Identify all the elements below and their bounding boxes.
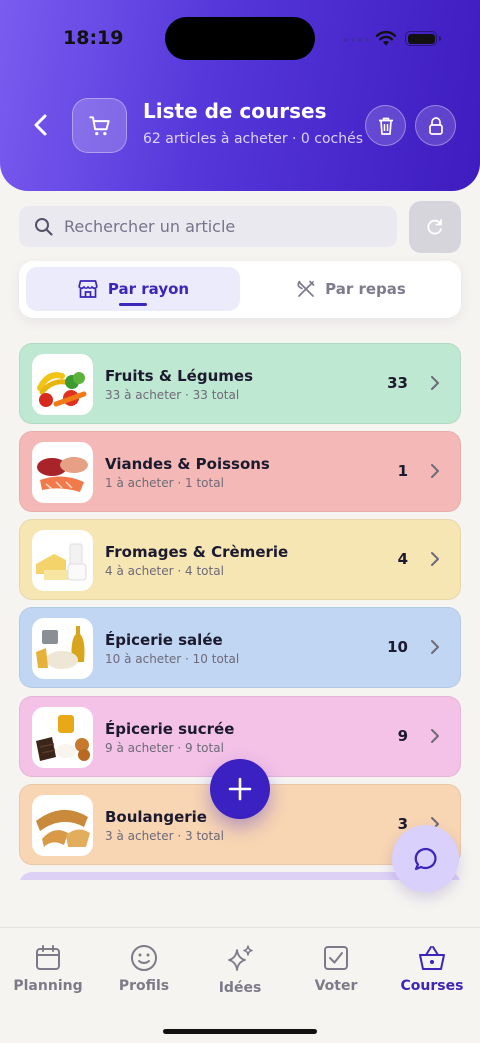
category-meta: 33 à acheter · 33 total (105, 388, 240, 402)
category-card-fruits-legumes[interactable]: Fruits & Légumes 33 à acheter · 33 total… (19, 343, 461, 424)
tab-par-rayon-label: Par rayon (107, 280, 190, 298)
category-meta: 4 à acheter · 4 total (105, 564, 224, 578)
category-meta: 10 à acheter · 10 total (105, 652, 240, 666)
category-meta: 3 à acheter · 3 total (105, 829, 224, 843)
back-chevron-icon[interactable] (28, 110, 54, 140)
nav-label: Idées (218, 980, 262, 996)
nav-label: Courses (400, 978, 464, 994)
nav-label: Voter (314, 978, 358, 994)
lock-icon (428, 116, 443, 135)
status-time: 18:19 (63, 27, 124, 49)
tab-par-rayon[interactable]: Par rayon (26, 267, 240, 311)
category-count: 9 (397, 727, 408, 745)
chevron-right-icon (431, 729, 439, 743)
category-meta: 9 à acheter · 9 total (105, 741, 224, 755)
sparkles-icon (228, 945, 253, 971)
page-title: Liste de courses (143, 99, 327, 123)
category-name: Épicerie salée (105, 631, 223, 649)
trash-icon (378, 117, 393, 135)
bottom-tab-bar: Planning Profils Idées Voter Courses (0, 927, 480, 1043)
wifi-icon (375, 30, 397, 46)
add-item-button[interactable] (210, 759, 270, 819)
active-tab-indicator (119, 303, 147, 306)
category-count: 1 (397, 462, 408, 480)
bakery-image (32, 795, 93, 856)
cart-icon-tile (72, 98, 127, 153)
nav-label: Profils (118, 978, 170, 994)
smiley-icon (131, 945, 157, 971)
chevron-right-icon (431, 376, 439, 390)
category-name: Boulangerie (105, 808, 207, 826)
basket-icon (419, 946, 445, 970)
lock-button[interactable] (415, 105, 456, 146)
nav-profils[interactable]: Profils (96, 944, 192, 994)
nav-idees[interactable]: Idées (192, 944, 288, 996)
meat-fish-image (32, 442, 93, 503)
checkbox-icon (324, 946, 348, 970)
chevron-right-icon (431, 552, 439, 566)
category-count: 33 (387, 374, 408, 392)
category-meta: 1 à acheter · 1 total (105, 476, 224, 490)
calendar-icon (36, 945, 60, 970)
tab-par-repas[interactable]: Par repas (248, 267, 454, 311)
cheese-dairy-image (32, 530, 93, 591)
nav-voter[interactable]: Voter (288, 944, 384, 994)
view-segmented-control: Par rayon Par repas (19, 261, 461, 318)
nav-planning[interactable]: Planning (0, 944, 96, 994)
refresh-icon (427, 219, 442, 235)
cart-icon (88, 115, 110, 135)
chevron-right-icon (431, 640, 439, 654)
category-name: Fruits & Légumes (105, 367, 254, 385)
home-indicator (163, 1029, 317, 1034)
search-icon (35, 217, 53, 236)
refresh-button[interactable] (409, 201, 461, 253)
chevron-right-icon (431, 464, 439, 478)
chat-button[interactable] (392, 825, 459, 892)
savory-grocery-image (32, 618, 93, 679)
cellular-signal-icon (344, 38, 369, 42)
store-icon (78, 280, 98, 298)
category-card-fromages-cremerie[interactable]: Fromages & Crèmerie 4 à acheter · 4 tota… (19, 519, 461, 600)
search-input[interactable] (64, 217, 364, 236)
category-name: Fromages & Crèmerie (105, 543, 289, 561)
category-name: Viandes & Poissons (105, 455, 270, 473)
dynamic-island (165, 17, 315, 60)
plus-icon (228, 777, 252, 801)
search-bar (19, 206, 397, 247)
delete-button[interactable] (365, 105, 406, 146)
fruits-vegetables-image (32, 354, 93, 415)
category-count: 4 (397, 550, 408, 568)
battery-icon (405, 31, 441, 46)
category-name: Épicerie sucrée (105, 720, 235, 738)
tab-par-repas-label: Par repas (325, 280, 406, 298)
utensils-icon (297, 280, 315, 297)
page-subtitle: 62 articles à acheter · 0 cochés (143, 131, 364, 147)
chat-bubble-icon (414, 847, 437, 870)
nav-courses[interactable]: Courses (384, 944, 480, 994)
sweet-grocery-image (32, 707, 93, 768)
category-card-epicerie-salee[interactable]: Épicerie salée 10 à acheter · 10 total 1… (19, 607, 461, 688)
category-card-viandes-poissons[interactable]: Viandes & Poissons 1 à acheter · 1 total… (19, 431, 461, 512)
nav-label: Planning (13, 978, 83, 994)
category-count: 10 (387, 638, 408, 656)
